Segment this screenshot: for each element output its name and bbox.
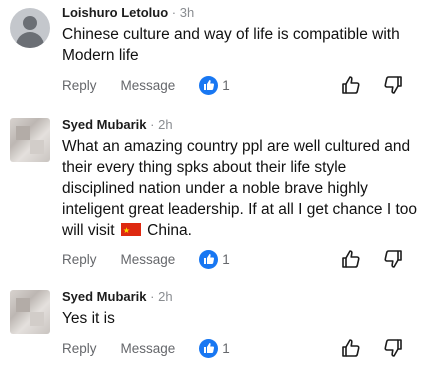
timestamp: 2h (158, 117, 173, 132)
comment-actions: Reply Message 1 (62, 337, 415, 359)
comment-actions: Reply Message 1 (62, 248, 415, 270)
message-button[interactable]: Message (121, 252, 176, 267)
like-count-badge[interactable]: 1 (199, 249, 230, 269)
author-name[interactable]: Syed Mubarik (62, 289, 147, 304)
thumbs-up-outline-icon[interactable] (339, 336, 363, 360)
vote-controls (339, 73, 405, 97)
comment-meta: Loishuro Letoluo · 3h (62, 4, 417, 22)
reply-button[interactable]: Reply (62, 341, 97, 356)
comment-body: Syed Mubarik · 2h What an amazing countr… (62, 116, 417, 241)
avatar[interactable] (10, 290, 50, 334)
separator-dot: · (171, 5, 177, 20)
author-name[interactable]: Syed Mubarik (62, 117, 147, 132)
like-count: 1 (222, 251, 230, 267)
thumbs-up-outline-icon[interactable] (339, 247, 363, 271)
timestamp: 3h (179, 5, 195, 20)
like-count: 1 (222, 340, 230, 356)
separator-dot: · (150, 117, 155, 132)
timestamp: 2h (158, 289, 173, 304)
comment-meta: Syed Mubarik · 2h (62, 116, 417, 134)
vote-controls (339, 247, 405, 271)
comment-text-end: China. (147, 222, 192, 239)
message-button[interactable]: Message (121, 78, 176, 93)
separator-dot: · (150, 289, 155, 304)
thumbs-up-icon (199, 249, 219, 269)
reply-button[interactable]: Reply (62, 78, 97, 93)
comment-body: Loishuro Letoluo · 3h Chinese culture an… (62, 4, 417, 66)
comment-text: Chinese culture and way of life is compa… (62, 26, 400, 64)
thumbs-up-icon (199, 338, 219, 358)
comment-meta: Syed Mubarik · 2h (62, 288, 417, 306)
comment-text-main: What an amazing country ppl are well cul… (62, 138, 418, 239)
thumbs-down-outline-icon[interactable] (381, 336, 405, 360)
message-button[interactable]: Message (121, 341, 176, 356)
author-name[interactable]: Loishuro Letoluo (62, 5, 168, 20)
thumbs-down-outline-icon[interactable] (381, 247, 405, 271)
thumbs-down-outline-icon[interactable] (381, 73, 405, 97)
like-count-badge[interactable]: 1 (199, 75, 230, 95)
comment-text: Yes it is (62, 310, 115, 327)
comment-actions: Reply Message 1 (62, 74, 415, 96)
thumbs-up-icon (199, 75, 219, 95)
avatar[interactable] (10, 8, 50, 48)
avatar[interactable] (10, 118, 50, 162)
china-flag-icon (120, 220, 141, 241)
like-count: 1 (222, 77, 230, 93)
thumbs-up-outline-icon[interactable] (339, 73, 363, 97)
comment-body: Syed Mubarik · 2h Yes it is (62, 288, 417, 329)
reply-button[interactable]: Reply (62, 252, 97, 267)
vote-controls (339, 336, 405, 360)
like-count-badge[interactable]: 1 (199, 338, 230, 358)
comment-text: What an amazing country ppl are well cul… (62, 136, 417, 241)
